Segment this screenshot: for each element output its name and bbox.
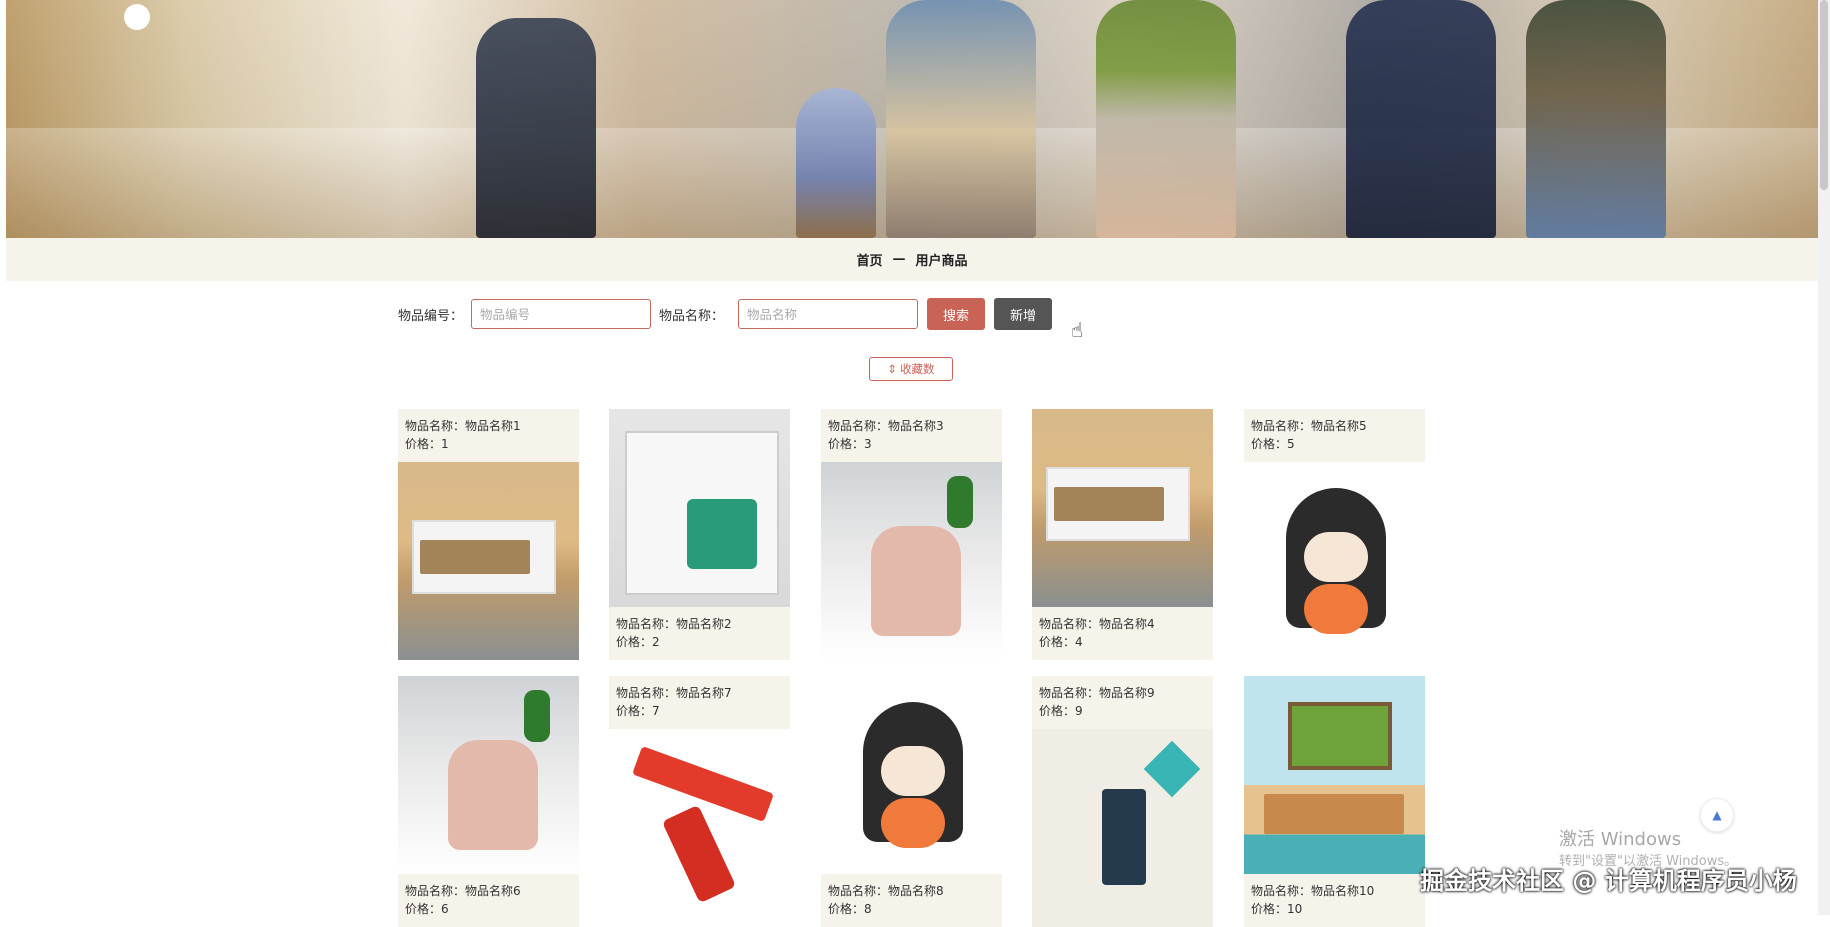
- product-name: 物品名称6: [465, 884, 521, 898]
- product-image[interactable]: [821, 462, 1002, 660]
- name-input[interactable]: [738, 299, 919, 329]
- credit-watermark: 掘金技术社区 @ 计算机程序员小杨: [1420, 867, 1797, 895]
- product-price: 10: [1287, 902, 1303, 916]
- product-price: 7: [652, 704, 660, 718]
- product-meta: 物品名称：物品名称10 价格：10: [1244, 874, 1425, 927]
- sort-icon: ⇕: [887, 362, 898, 376]
- name-prefix: 物品名称：: [1039, 617, 1100, 631]
- product-card[interactable]: 物品名称：物品名称3 价格：3: [821, 409, 1002, 660]
- price-prefix: 价格：: [616, 704, 653, 718]
- sort-favorites-button[interactable]: ⇕ 收藏数: [869, 357, 953, 381]
- product-name: 物品名称4: [1099, 617, 1155, 631]
- product-card[interactable]: 物品名称：物品名称6 价格：6: [398, 676, 579, 927]
- product-image[interactable]: [398, 462, 579, 660]
- name-prefix: 物品名称：: [828, 419, 889, 433]
- product-card[interactable]: 物品名称：物品名称1 价格：1: [398, 409, 579, 660]
- product-price: 9: [1075, 704, 1083, 718]
- product-meta: 物品名称：物品名称6 价格：6: [398, 874, 579, 927]
- breadcrumb: 首页 — 用户商品: [6, 238, 1818, 281]
- windows-activation-title: 激活 Windows: [1559, 829, 1682, 850]
- add-button[interactable]: 新增: [994, 298, 1053, 330]
- price-prefix: 价格：: [1251, 437, 1288, 451]
- price-prefix: 价格：: [1039, 704, 1076, 718]
- product-name: 物品名称10: [1311, 884, 1375, 898]
- price-prefix: 价格：: [828, 902, 865, 916]
- product-meta: 物品名称：物品名称9 价格：9: [1032, 676, 1213, 729]
- product-image[interactable]: [609, 729, 790, 927]
- product-image[interactable]: [1032, 409, 1213, 607]
- hero-figure: [1096, 0, 1236, 238]
- breadcrumb-current: 用户商品: [915, 254, 968, 269]
- product-image[interactable]: [1032, 729, 1213, 927]
- product-price: 3: [864, 437, 872, 451]
- price-prefix: 价格：: [828, 437, 865, 451]
- name-prefix: 物品名称：: [1039, 686, 1100, 700]
- product-meta: 物品名称：物品名称2 价格：2: [609, 607, 790, 660]
- name-prefix: 物品名称：: [405, 884, 466, 898]
- product-meta: 物品名称：物品名称1 价格：1: [398, 409, 579, 462]
- name-prefix: 物品名称：: [616, 686, 677, 700]
- product-card[interactable]: 物品名称：物品名称4 价格：4: [1032, 409, 1213, 660]
- name-prefix: 物品名称：: [405, 419, 466, 433]
- name-prefix: 物品名称：: [828, 884, 889, 898]
- name-label: 物品名称：: [659, 308, 725, 324]
- scrollbar[interactable]: [1818, 0, 1830, 915]
- product-image[interactable]: [1244, 462, 1425, 660]
- product-name: 物品名称1: [465, 419, 521, 433]
- product-price: 1: [441, 437, 449, 451]
- search-form: 物品编号： 物品名称： 搜索 新增: [398, 298, 1053, 330]
- arrow-up-icon: ▲: [1712, 808, 1722, 822]
- product-card[interactable]: 物品名称：物品名称5 价格：5: [1244, 409, 1425, 660]
- product-name: 物品名称8: [888, 884, 944, 898]
- hero-figure: [796, 88, 876, 238]
- product-name: 物品名称9: [1099, 686, 1155, 700]
- product-card[interactable]: 物品名称：物品名称9 价格：9: [1032, 676, 1213, 927]
- product-meta: 物品名称：物品名称3 价格：3: [821, 409, 1002, 462]
- product-meta: 物品名称：物品名称5 价格：5: [1244, 409, 1425, 462]
- hero-figure: [476, 18, 596, 238]
- hero-banner: [6, 0, 1818, 238]
- carousel-dot[interactable]: [124, 4, 150, 30]
- product-image[interactable]: [821, 676, 1002, 874]
- product-price: 8: [864, 902, 872, 916]
- product-image[interactable]: [1244, 676, 1425, 874]
- product-name: 物品名称5: [1311, 419, 1367, 433]
- price-prefix: 价格：: [1039, 635, 1076, 649]
- scrollbar-thumb[interactable]: [1820, 0, 1828, 190]
- product-meta: 物品名称：物品名称4 价格：4: [1032, 607, 1213, 660]
- hero-figure: [1346, 0, 1496, 238]
- product-card[interactable]: 物品名称：物品名称10 价格：10: [1244, 676, 1425, 927]
- product-price: 5: [1287, 437, 1295, 451]
- price-prefix: 价格：: [1251, 902, 1288, 916]
- search-button[interactable]: 搜索: [927, 298, 986, 330]
- product-price: 6: [441, 902, 449, 916]
- pointer-cursor-icon: ☝: [1071, 318, 1084, 342]
- name-prefix: 物品名称：: [1251, 884, 1312, 898]
- product-card[interactable]: 物品名称：物品名称2 价格：2: [609, 409, 790, 660]
- product-price: 4: [1075, 635, 1083, 649]
- name-prefix: 物品名称：: [616, 617, 677, 631]
- name-prefix: 物品名称：: [1251, 419, 1312, 433]
- product-meta: 物品名称：物品名称7 价格：7: [609, 676, 790, 729]
- sort-label: 收藏数: [900, 362, 935, 376]
- product-price: 2: [652, 635, 660, 649]
- breadcrumb-separator: —: [892, 252, 906, 267]
- hero-figure: [1526, 0, 1666, 238]
- hero-figure: [886, 0, 1036, 238]
- product-image[interactable]: [398, 676, 579, 874]
- breadcrumb-home[interactable]: 首页: [856, 250, 882, 269]
- product-name: 物品名称2: [676, 617, 732, 631]
- price-prefix: 价格：: [405, 437, 442, 451]
- code-input[interactable]: [471, 299, 652, 329]
- code-label: 物品编号：: [398, 308, 464, 324]
- product-image[interactable]: [609, 409, 790, 607]
- product-name: 物品名称7: [676, 686, 732, 700]
- price-prefix: 价格：: [616, 635, 653, 649]
- back-to-top-button[interactable]: ▲: [1700, 798, 1734, 832]
- product-meta: 物品名称：物品名称8 价格：8: [821, 874, 1002, 927]
- product-card[interactable]: 物品名称：物品名称7 价格：7: [609, 676, 790, 927]
- price-prefix: 价格：: [405, 902, 442, 916]
- product-card[interactable]: 物品名称：物品名称8 价格：8: [821, 676, 1002, 927]
- product-name: 物品名称3: [888, 419, 944, 433]
